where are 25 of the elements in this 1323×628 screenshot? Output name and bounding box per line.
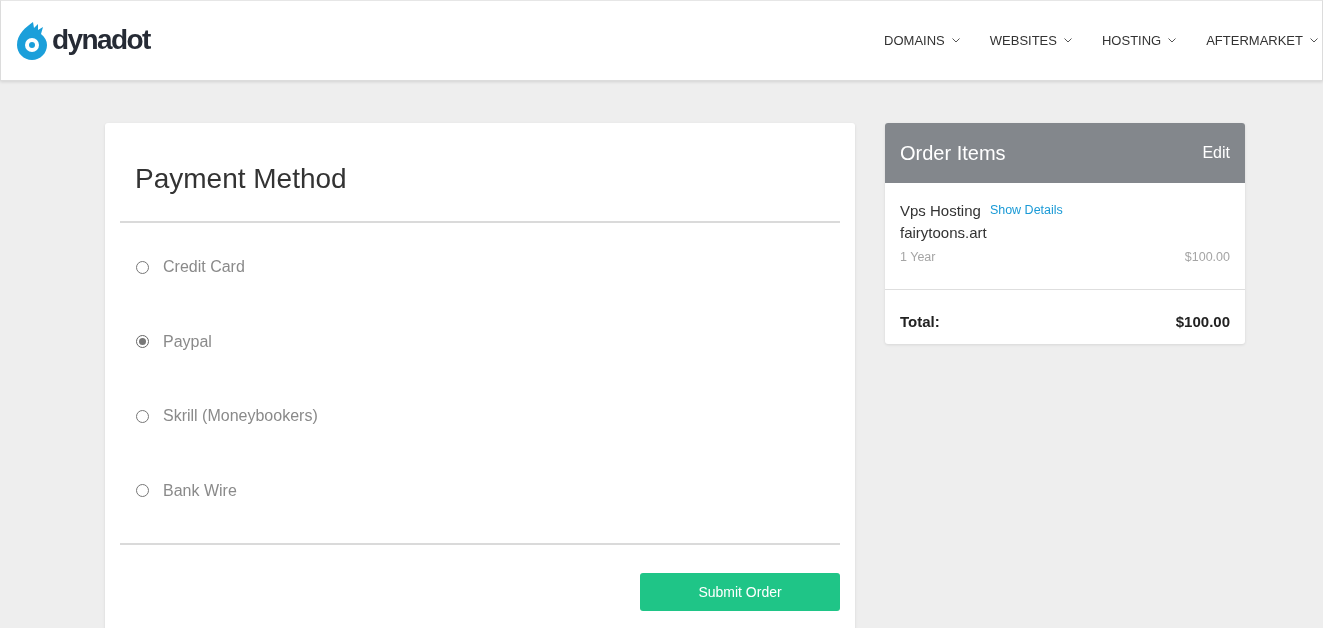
logo-text[interactable]: dynadot [52, 25, 150, 54]
item-domain: fairytoons.art [900, 223, 988, 243]
nav-menu-link[interactable]: HOSTING [1071, 33, 1177, 48]
option-label[interactable]: Skrill (Moneybookers) [163, 407, 318, 425]
chevron-down-icon [1310, 38, 1318, 43]
chevron-down-icon [951, 38, 960, 43]
show-details-link[interactable]: Show Details [989, 203, 1063, 217]
nav-menu-link[interactable]: WEBSITES [959, 33, 1072, 48]
nav-menu-link[interactable]: DOMAINS [854, 33, 960, 48]
nav-menu-link[interactable]: AFTERMARKET [1176, 33, 1318, 48]
total-amount: $100.00 [1175, 312, 1230, 332]
item-name: Vps Hosting [900, 201, 981, 219]
total-label: Total: [900, 312, 940, 332]
order-title: Order Items [900, 141, 1006, 165]
chevron-down-icon [1063, 38, 1072, 43]
item-price: $100.00 [1184, 249, 1230, 266]
logo-icon [17, 21, 47, 60]
item-term: 1 Year [900, 249, 936, 266]
section-title: Payment Method [134, 162, 348, 196]
option-label[interactable]: Credit Card [163, 258, 245, 276]
option-label[interactable]: Paypal [163, 332, 212, 351]
submit-order-button[interactable]: Submit Order [640, 572, 840, 611]
edit-link[interactable]: Edit [1202, 144, 1230, 162]
chevron-down-icon [1168, 38, 1177, 43]
option-label[interactable]: Bank Wire [163, 481, 237, 500]
